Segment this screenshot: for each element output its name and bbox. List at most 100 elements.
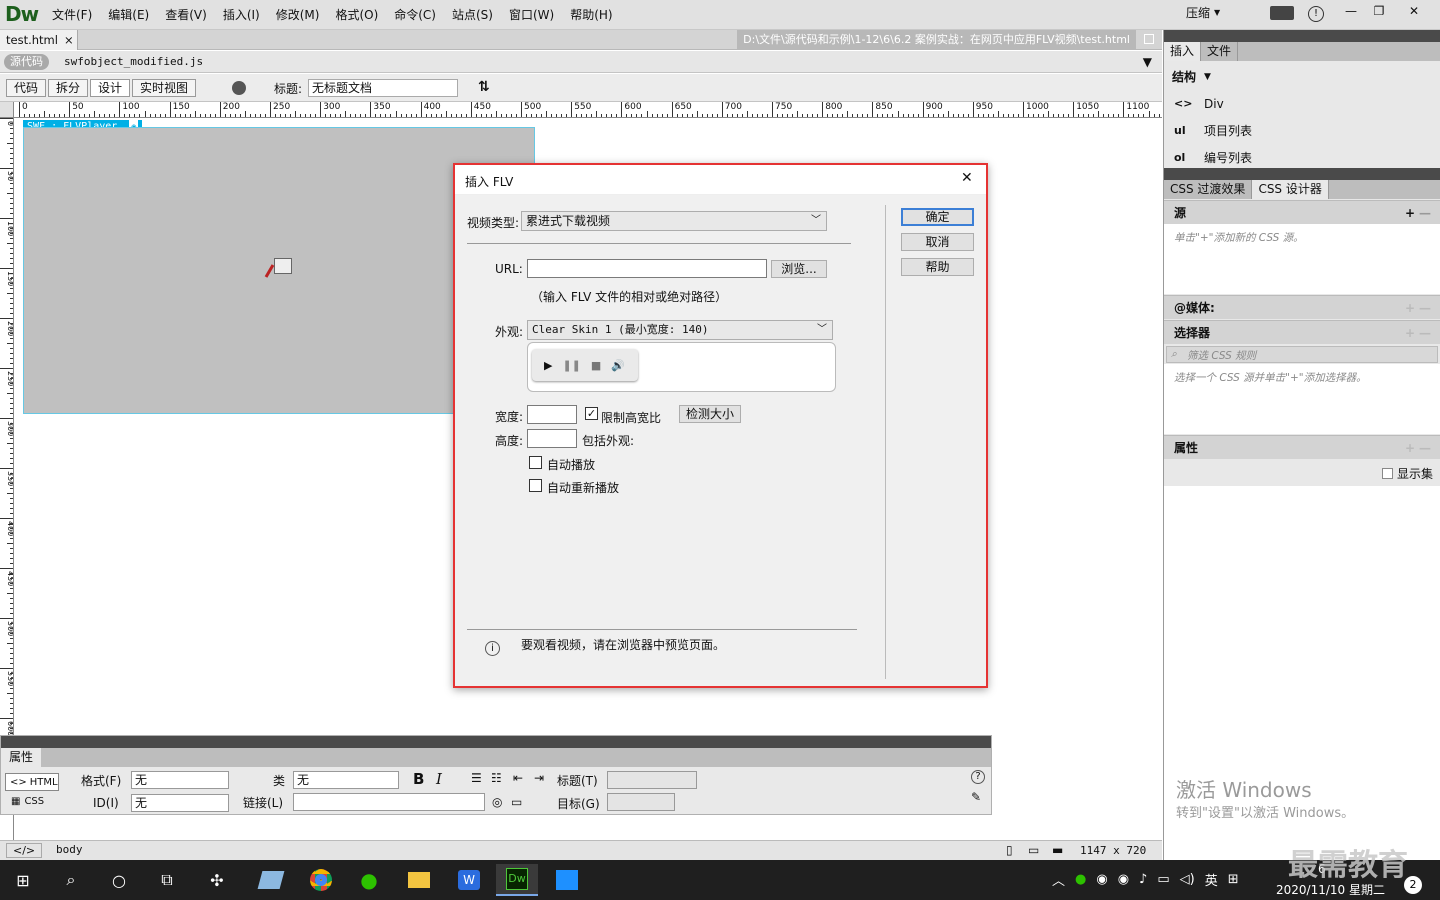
qq-icon[interactable]: ◉ <box>1096 872 1107 887</box>
source-code-tab[interactable]: 源代码 <box>4 54 49 70</box>
remove-selector-icon[interactable]: — <box>1419 321 1431 345</box>
detect-size-button[interactable]: 检测大小 <box>679 405 741 423</box>
notes-app-icon[interactable] <box>250 864 292 896</box>
wechat-tray-icon[interactable]: ● <box>1075 872 1086 887</box>
menu-item[interactable]: 命令(C) <box>386 0 444 30</box>
skin-select[interactable]: Clear Skin 1 (最小宽度: 140) ﹀ <box>527 320 833 340</box>
search-icon[interactable]: ⌕ <box>50 864 92 896</box>
restore-doc-icon[interactable] <box>1144 34 1154 44</box>
notification-bell-icon[interactable]: ♪ <box>1139 872 1147 887</box>
insert-category-select[interactable]: 结构 ▼ <box>1172 68 1211 85</box>
italic-button[interactable]: I <box>436 770 442 788</box>
store-icon[interactable] <box>546 864 588 896</box>
volume-icon[interactable]: ◁) <box>1180 872 1195 887</box>
tab-files[interactable]: 文件 <box>1201 42 1239 61</box>
html-mode-button[interactable]: <> HTML <box>5 773 59 791</box>
menu-item[interactable]: 帮助(H) <box>562 0 620 30</box>
browse-button[interactable]: 浏览... <box>771 260 827 278</box>
menu-item[interactable]: 窗口(W) <box>501 0 562 30</box>
menu-item[interactable]: 格式(O) <box>327 0 386 30</box>
add-media-icon[interactable]: + <box>1405 296 1415 320</box>
ok-button[interactable]: 确定 <box>901 208 974 226</box>
css-mode-button[interactable]: ▦ CSS <box>11 796 44 807</box>
point-to-file-icon[interactable]: ◎ <box>492 795 502 809</box>
title-input[interactable]: 无标题文档 <box>308 79 459 97</box>
target-select[interactable] <box>607 793 675 811</box>
indent-icon[interactable]: ⇥ <box>534 771 544 785</box>
tab-css-designer[interactable]: CSS 设计器 <box>1252 180 1329 199</box>
design-view-button[interactable]: 设计 <box>90 79 131 97</box>
desktop-size-icon[interactable]: ▬ <box>1052 843 1063 857</box>
workspace-switcher[interactable]: 压缩 ▼ <box>1186 4 1220 21</box>
insert-item[interactable]: ol 编号列表 <box>1164 144 1440 171</box>
link-input[interactable] <box>293 793 485 811</box>
insert-item[interactable]: <> Div <box>1164 90 1440 117</box>
input-method-icon[interactable]: ⊞ <box>1228 872 1239 887</box>
url-input[interactable] <box>527 259 767 278</box>
tab-close-icon[interactable]: × <box>64 30 74 50</box>
width-input[interactable] <box>527 405 577 424</box>
restore-button[interactable]: ❐ <box>1362 0 1396 22</box>
live-view-button[interactable]: 实时视图 <box>132 79 197 97</box>
help-button[interactable]: 帮助 <box>901 258 974 276</box>
filter-css-rules-input[interactable]: ⌕ 筛选 CSS 规则 <box>1166 346 1438 363</box>
menu-item[interactable]: 文件(F) <box>44 0 100 30</box>
split-view-button[interactable]: 拆分 <box>48 79 89 97</box>
title-field-input[interactable] <box>607 771 697 789</box>
remove-source-icon[interactable]: — <box>1419 201 1431 225</box>
help-icon[interactable]: ? <box>971 770 985 784</box>
ordered-list-icon[interactable]: ☷ <box>491 771 502 785</box>
network-icon[interactable]: ▭ <box>1157 872 1169 887</box>
related-file-tab[interactable]: swfobject_modified.js <box>64 54 203 70</box>
add-property-icon[interactable]: + <box>1405 436 1415 460</box>
file-transfer-icon[interactable]: ⇅ <box>478 79 490 95</box>
globe-icon[interactable] <box>232 81 246 95</box>
sync-settings-icon[interactable] <box>1270 6 1294 20</box>
chrome-icon[interactable] <box>300 864 342 896</box>
chevron-up-icon[interactable]: ︿ <box>1052 870 1065 889</box>
menu-item[interactable]: 查看(V) <box>157 0 215 30</box>
task-view-icon[interactable]: ⧉ <box>146 864 188 896</box>
add-source-icon[interactable]: + <box>1405 201 1415 225</box>
menu-item[interactable]: 编辑(E) <box>100 0 157 30</box>
document-tab[interactable]: test.html × <box>0 30 78 50</box>
add-selector-icon[interactable]: + <box>1405 321 1415 345</box>
cancel-button[interactable]: 取消 <box>901 233 974 251</box>
code-view-button[interactable]: 代码 <box>6 79 47 97</box>
video-type-select[interactable]: 累进式下载视频 ﹀ <box>521 211 827 231</box>
folder-icon[interactable]: ▭ <box>511 795 522 809</box>
pinwheel-app-icon[interactable]: ✣ <box>196 864 238 896</box>
window-size[interactable]: 1147 x 720 <box>1080 844 1146 857</box>
tablet-size-icon[interactable]: ▭ <box>1028 843 1039 857</box>
bold-button[interactable]: B <box>413 770 424 788</box>
menu-item[interactable]: 站点(S) <box>444 0 501 30</box>
show-set-checkbox[interactable]: 显示集 <box>1382 465 1433 482</box>
input-language[interactable]: 英 <box>1205 870 1218 889</box>
insert-item[interactable]: ul 项目列表 <box>1164 117 1440 144</box>
tab-css-transitions[interactable]: CSS 过渡效果 <box>1164 180 1253 199</box>
remove-media-icon[interactable]: — <box>1419 296 1431 320</box>
cortana-icon[interactable]: ○ <box>98 864 140 896</box>
start-icon[interactable]: ⊞ <box>2 864 44 896</box>
outdent-icon[interactable]: ⇤ <box>513 771 523 785</box>
height-input[interactable] <box>527 429 577 448</box>
mobile-size-icon[interactable]: ▯ <box>1006 843 1013 857</box>
file-explorer-icon[interactable] <box>398 864 440 896</box>
wps-icon[interactable]: W <box>448 864 490 896</box>
class-select[interactable]: 无 <box>293 771 399 789</box>
filter-icon[interactable]: ▼ <box>1143 55 1152 69</box>
qq-icon-2[interactable]: ◉ <box>1118 872 1129 887</box>
wechat-icon[interactable]: ● <box>348 864 390 896</box>
code-nav-icon[interactable]: </> <box>6 843 43 858</box>
autoplay-checkbox[interactable] <box>529 456 542 469</box>
tag-selector[interactable]: body <box>56 843 83 856</box>
notification-badge[interactable]: 2 <box>1404 876 1422 894</box>
unordered-list-icon[interactable]: ☰ <box>471 771 482 785</box>
tab-insert[interactable]: 插入 <box>1164 42 1202 61</box>
autorewind-checkbox[interactable] <box>529 479 542 492</box>
id-select[interactable]: 无 <box>131 794 229 812</box>
dreamweaver-taskbar-icon[interactable]: Dw <box>496 864 538 896</box>
dialog-close-button[interactable]: ✕ <box>961 170 973 186</box>
info-icon[interactable]: ! <box>1308 6 1324 22</box>
remove-property-icon[interactable]: — <box>1419 436 1431 460</box>
